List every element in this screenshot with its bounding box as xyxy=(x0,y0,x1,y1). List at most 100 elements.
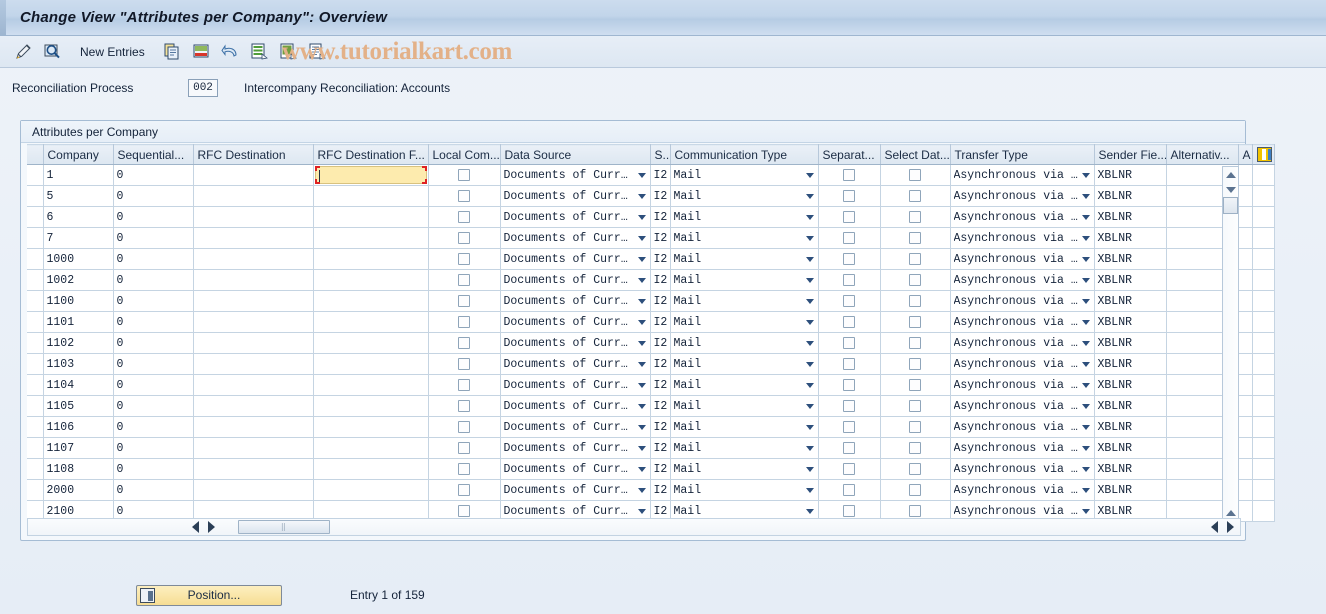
chevron-down-icon[interactable] xyxy=(637,487,646,493)
chevron-down-icon[interactable] xyxy=(637,508,646,514)
checkbox-separat[interactable] xyxy=(843,316,855,328)
chevron-down-icon[interactable] xyxy=(1081,319,1090,325)
table-row[interactable]: 7 0 Documents of Curr… I2 Mail Asynchronous v… xyxy=(27,227,1275,249)
table-row[interactable]: 1 0 Documents of Curr… I2 Mail Asynchronous v… xyxy=(27,164,1275,186)
chevron-down-icon[interactable] xyxy=(637,466,646,472)
checkbox-local_com[interactable] xyxy=(458,253,470,265)
cell-local_com[interactable] xyxy=(428,395,501,417)
cell-select_dat[interactable] xyxy=(880,185,951,207)
cell-sender_field[interactable]: XBLNR xyxy=(1094,479,1167,501)
scroll-left-icon[interactable] xyxy=(192,521,199,533)
column-config-icon[interactable] xyxy=(1252,144,1275,165)
value-help-icon[interactable] xyxy=(428,166,429,184)
checkbox-local_com[interactable] xyxy=(458,316,470,328)
cell-rfc_dest_f[interactable] xyxy=(313,458,429,480)
checkbox-separat[interactable] xyxy=(843,211,855,223)
cell-rfc_dest_f[interactable] xyxy=(313,206,429,228)
chevron-down-icon[interactable] xyxy=(1081,508,1090,514)
cell-local_com[interactable] xyxy=(428,374,501,396)
cell-sender_field[interactable]: XBLNR xyxy=(1094,206,1167,228)
cell-a_col[interactable] xyxy=(1238,227,1253,249)
checkbox-select_dat[interactable] xyxy=(909,463,921,475)
checkbox-select_dat[interactable] xyxy=(909,505,921,517)
column-header-sequential[interactable]: Sequential... xyxy=(113,144,194,165)
chevron-down-icon[interactable] xyxy=(637,340,646,346)
cell-s_col[interactable]: I2 xyxy=(650,185,671,207)
cell-rfc_dest[interactable] xyxy=(193,248,314,270)
checkbox-separat[interactable] xyxy=(843,505,855,517)
cell-select_dat[interactable] xyxy=(880,332,951,354)
cell-s_col[interactable]: I2 xyxy=(650,374,671,396)
cell-comm_type[interactable]: Mail xyxy=(670,479,819,501)
chevron-down-icon[interactable] xyxy=(805,361,814,367)
cell-company[interactable]: 1104 xyxy=(43,374,114,396)
chevron-down-icon[interactable] xyxy=(1081,445,1090,451)
scroll-right-icon[interactable] xyxy=(208,521,215,533)
chevron-down-icon[interactable] xyxy=(805,193,814,199)
cell-rfc_dest[interactable] xyxy=(193,458,314,480)
cell-rfc_dest_f[interactable] xyxy=(313,164,429,186)
chevron-down-icon[interactable] xyxy=(805,319,814,325)
cell-select_dat[interactable] xyxy=(880,269,951,291)
chevron-down-icon[interactable] xyxy=(1081,403,1090,409)
cell-transfer_type[interactable]: Asynchronous via … xyxy=(950,416,1095,438)
cell-company[interactable]: 1000 xyxy=(43,248,114,270)
cell-rfc_dest[interactable] xyxy=(193,353,314,375)
cell-a_col[interactable] xyxy=(1238,437,1253,459)
cell-comm_type[interactable]: Mail xyxy=(670,416,819,438)
cell-rfc_dest_f[interactable] xyxy=(313,416,429,438)
cell-transfer_type[interactable]: Asynchronous via … xyxy=(950,185,1095,207)
chevron-down-icon[interactable] xyxy=(1081,466,1090,472)
table-row[interactable]: 1107 0 Documents of Curr… I2 Mail Asynchronou… xyxy=(27,437,1275,459)
cell-rfc_dest[interactable] xyxy=(193,332,314,354)
checkbox-separat[interactable] xyxy=(843,484,855,496)
table-row[interactable]: 1106 0 Documents of Curr… I2 Mail Asynchronou… xyxy=(27,416,1275,438)
cell-local_com[interactable] xyxy=(428,458,501,480)
scroll-far-left-icon[interactable] xyxy=(1211,521,1218,533)
checkbox-separat[interactable] xyxy=(843,232,855,244)
chevron-down-icon[interactable] xyxy=(805,172,814,178)
cell-select_dat[interactable] xyxy=(880,479,951,501)
cell-rfc_dest[interactable] xyxy=(193,374,314,396)
cell-sender_field[interactable]: XBLNR xyxy=(1094,374,1167,396)
column-header-sender_field[interactable]: Sender Fie... xyxy=(1094,144,1167,165)
chevron-down-icon[interactable] xyxy=(805,424,814,430)
cell-data_source[interactable]: Documents of Curr… xyxy=(500,374,651,396)
cell-sequential[interactable]: 0 xyxy=(113,311,194,333)
column-header-data_source[interactable]: Data Source xyxy=(500,144,651,165)
checkbox-local_com[interactable] xyxy=(458,421,470,433)
cell-data_source[interactable]: Documents of Curr… xyxy=(500,290,651,312)
cell-separat[interactable] xyxy=(818,353,881,375)
cell-select_dat[interactable] xyxy=(880,311,951,333)
cell-s_col[interactable]: I2 xyxy=(650,395,671,417)
column-header-local_com[interactable]: Local Com... xyxy=(428,144,501,165)
table-row[interactable]: 1002 0 Documents of Curr… I2 Mail Asynchronou… xyxy=(27,269,1275,291)
variant-icon[interactable] xyxy=(307,41,329,63)
cell-rfc_dest[interactable] xyxy=(193,290,314,312)
scroll-far-right-icon[interactable] xyxy=(1227,521,1234,533)
table-row[interactable]: 1104 0 Documents of Curr… I2 Mail Asynchronou… xyxy=(27,374,1275,396)
vertical-scroll-track[interactable] xyxy=(1223,214,1238,505)
cell-comm_type[interactable]: Mail xyxy=(670,269,819,291)
cell-rfc_dest[interactable] xyxy=(193,416,314,438)
cell-comm_type[interactable]: Mail xyxy=(670,164,819,186)
checkbox-local_com[interactable] xyxy=(458,379,470,391)
checkbox-select_dat[interactable] xyxy=(909,337,921,349)
chevron-down-icon[interactable] xyxy=(805,487,814,493)
cell-data_source[interactable]: Documents of Curr… xyxy=(500,227,651,249)
chevron-down-icon[interactable] xyxy=(805,445,814,451)
row-select-cell[interactable] xyxy=(27,332,44,354)
cell-data_source[interactable]: Documents of Curr… xyxy=(500,479,651,501)
cell-a_col[interactable] xyxy=(1238,374,1253,396)
cell-company[interactable]: 1106 xyxy=(43,416,114,438)
cell-comm_type[interactable]: Mail xyxy=(670,206,819,228)
chevron-down-icon[interactable] xyxy=(637,193,646,199)
checkbox-local_com[interactable] xyxy=(458,295,470,307)
chevron-down-icon[interactable] xyxy=(637,403,646,409)
cell-sender_field[interactable]: XBLNR xyxy=(1094,311,1167,333)
cell-local_com[interactable] xyxy=(428,227,501,249)
reconciliation-process-input[interactable]: 002 xyxy=(188,79,218,97)
cell-rfc_dest_f[interactable] xyxy=(313,374,429,396)
table-row[interactable]: 1108 0 Documents of Curr… I2 Mail Asynchronou… xyxy=(27,458,1275,480)
row-select-cell[interactable] xyxy=(27,395,44,417)
